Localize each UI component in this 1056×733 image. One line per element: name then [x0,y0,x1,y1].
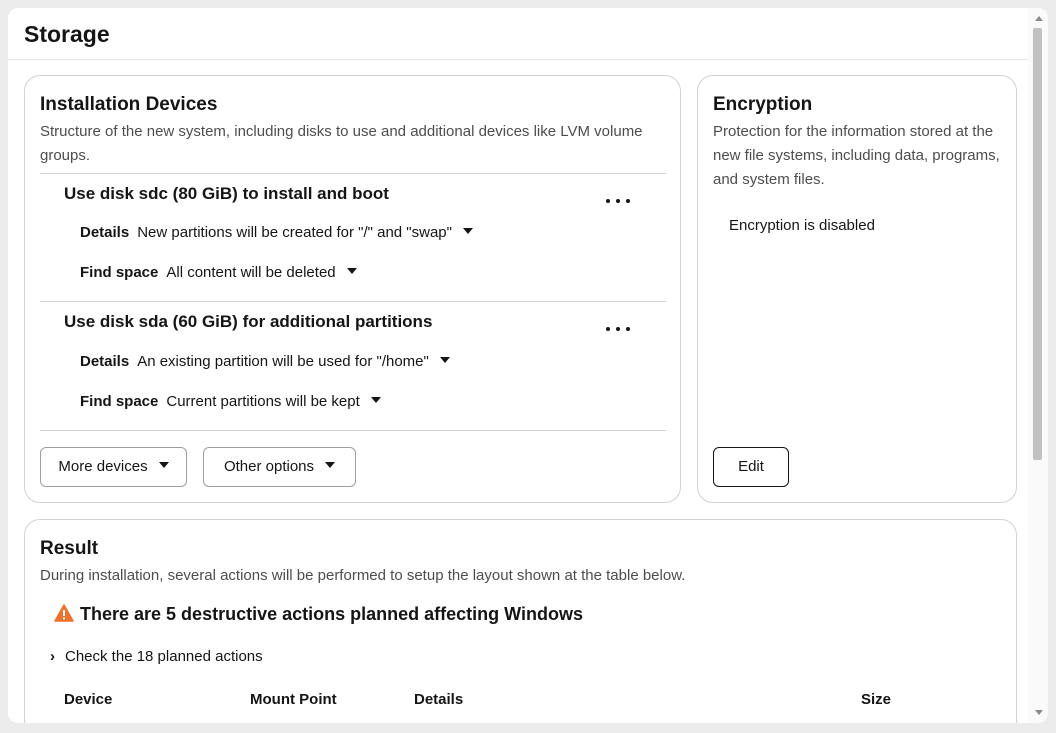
device-sdc-kebab-icon[interactable] [603,189,633,213]
device-sdc-details-row: Details New partitions will be created fo… [80,224,473,241]
installation-devices-card: Installation Devices Structure of the ne… [24,75,681,503]
other-options-button[interactable]: Other options [203,447,356,487]
page-title: Storage [24,21,110,47]
details-label: Details [80,353,130,370]
more-devices-button[interactable]: More devices [40,447,187,487]
divider [40,301,666,302]
scroll-up-icon[interactable] [1035,16,1043,21]
find-space-label: Find space [80,264,159,281]
encryption-card: Encryption Protection for the informatio… [697,75,1017,503]
chevron-right-icon: › [50,648,55,665]
installation-devices-title: Installation Devices [40,94,218,115]
divider [40,430,666,431]
caret-down-icon [439,357,450,363]
details-label: Details [80,224,130,241]
device-sdc-details-dropdown[interactable]: New partitions will be created for "/" a… [137,224,473,241]
device-sda-kebab-icon[interactable] [603,317,633,341]
edit-encryption-button[interactable]: Edit [713,447,789,487]
column-header-size[interactable]: Size [861,691,891,708]
other-options-label: Other options [223,458,315,475]
warning-triangle-icon [54,604,74,622]
scrollbar[interactable] [1028,8,1048,723]
planned-actions-toggle[interactable]: › Check the 18 planned actions [50,648,263,665]
find-space-value: Current partitions will be kept [166,393,360,410]
encryption-description: Protection for the information stored at… [713,123,1000,188]
device-sdc-find-space-row: Find space All content will be deleted [80,264,357,281]
encryption-status: Encryption is disabled [729,217,875,234]
caret-down-icon [158,462,169,468]
device-sda-find-space-dropdown[interactable]: Current partitions will be kept [166,393,381,410]
caret-down-icon [346,268,357,274]
device-sdc-find-space-dropdown[interactable]: All content will be deleted [166,264,357,281]
scrollbar-thumb[interactable] [1033,28,1042,460]
planned-actions-label: Check the 18 planned actions [65,648,263,665]
result-title: Result [40,538,99,559]
destructive-actions-warning: There are 5 destructive actions planned … [54,604,583,625]
column-header-details[interactable]: Details [414,691,463,708]
caret-down-icon [462,228,473,234]
page-header: Storage [8,8,1028,60]
find-space-label: Find space [80,393,159,410]
more-devices-label: More devices [58,458,148,475]
device-sda-title: Use disk sda (60 GiB) for additional par… [64,312,433,331]
warning-text: There are 5 destructive actions planned … [80,604,583,624]
column-header-mount-point[interactable]: Mount Point [250,691,337,708]
caret-down-icon [325,462,336,468]
column-header-device[interactable]: Device [64,691,112,708]
device-sda-details-row: Details An existing partition will be use… [80,353,450,370]
details-value: An existing partition will be used for "… [137,353,429,370]
device-sda-find-space-row: Find space Current partitions will be kep… [80,393,381,410]
device-sdc-title: Use disk sdc (80 GiB) to install and boo… [64,184,389,203]
divider [40,173,666,174]
result-description: During installation, several actions wil… [40,567,686,584]
device-sda-details-dropdown[interactable]: An existing partition will be used for "… [137,353,450,370]
find-space-value: All content will be deleted [166,264,336,281]
installation-devices-description: Structure of the new system, including d… [40,123,643,164]
details-value: New partitions will be created for "/" a… [137,224,452,241]
scroll-down-icon[interactable] [1035,710,1043,715]
storage-window: Storage Installation Devices Structure o… [8,8,1048,723]
caret-down-icon [370,397,381,403]
result-card: Result During installation, several acti… [24,519,1017,723]
encryption-title: Encryption [713,94,813,115]
